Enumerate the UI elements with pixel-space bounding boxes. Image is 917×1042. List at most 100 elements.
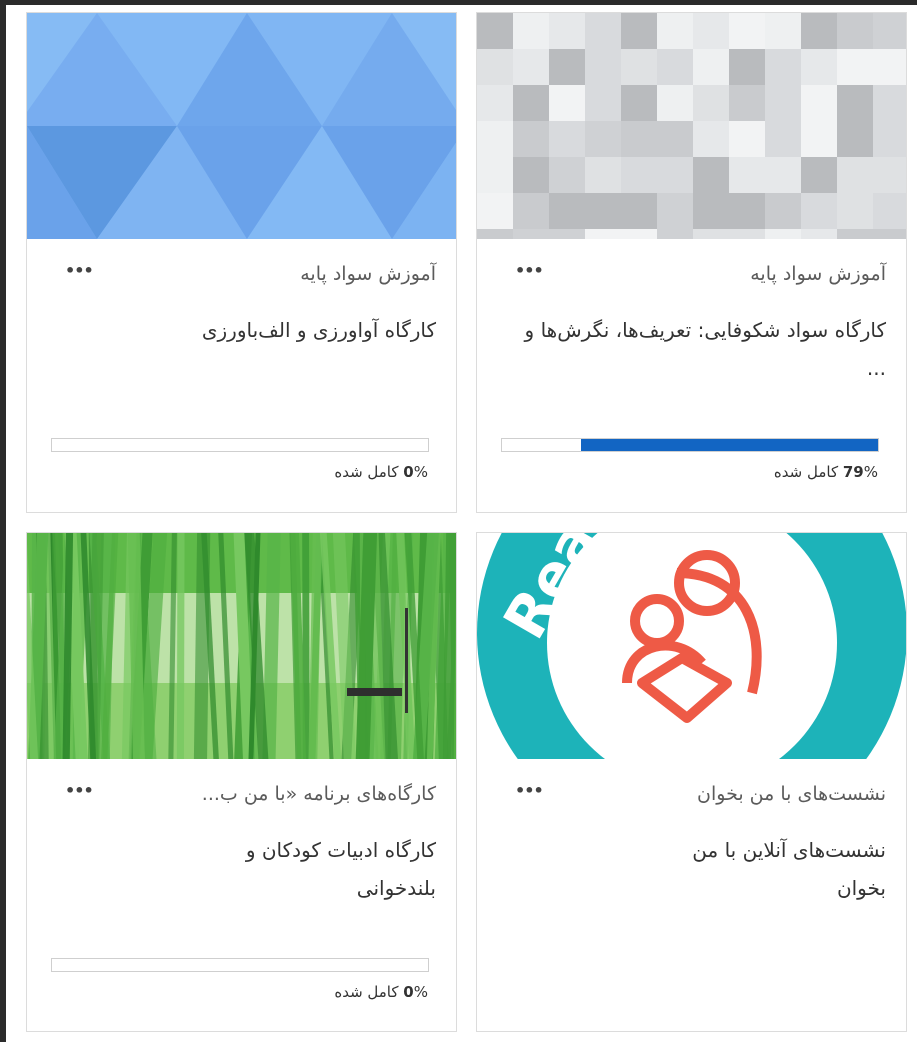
park-bench <box>347 688 402 696</box>
pixel-cell <box>621 49 657 85</box>
progress-bar <box>51 438 429 452</box>
pixel-cell <box>477 229 513 239</box>
pixel-cell <box>585 157 621 193</box>
course-title[interactable]: کارگاه ادبیات کودکان و بلندخوانی <box>186 831 436 907</box>
course-image-triangles[interactable] <box>27 13 456 239</box>
course-card-read-with-me-sessions[interactable]: Read with Me ••• نشست‌های با من بخوان نش… <box>476 532 907 1032</box>
pixel-cell <box>873 85 906 121</box>
pixel-cell <box>513 121 549 157</box>
pixel-cell <box>837 49 873 85</box>
pixel-cell <box>477 193 513 229</box>
pixel-cell <box>765 49 801 85</box>
pixel-cell <box>765 85 801 121</box>
course-category: آموزش سواد پایه <box>300 263 436 285</box>
pixel-cell <box>513 85 549 121</box>
progress-text: 0% کامل شده <box>334 463 428 481</box>
pixel-cell <box>585 121 621 157</box>
pixel-cell <box>585 193 621 229</box>
pixel-cell <box>513 229 549 239</box>
tree-trunk <box>176 533 185 759</box>
pixel-cell <box>693 193 729 229</box>
pixel-cell <box>549 121 585 157</box>
pixel-cell <box>621 229 657 239</box>
pixel-cell <box>585 229 621 239</box>
pixel-cell <box>585 85 621 121</box>
progress-suffix: % کامل شده <box>334 463 428 481</box>
pixel-cell <box>837 121 873 157</box>
pixel-cell <box>621 157 657 193</box>
course-title[interactable]: کارگاه سواد شکوفایی: تعریف‌ها، نگرش‌ها و… <box>516 311 886 387</box>
course-title[interactable]: نشست‌های آنلاین با من بخوان <box>646 831 886 907</box>
pixel-cell <box>873 49 906 85</box>
pixel-cell <box>513 13 549 49</box>
pixel-cell <box>765 193 801 229</box>
pixel-cell <box>549 157 585 193</box>
pixel-cell <box>801 157 837 193</box>
course-card-phonics[interactable]: ••• آموزش سواد پایه کارگاه آواورزی و الف… <box>26 12 457 513</box>
pixel-cell <box>801 121 837 157</box>
pixel-cell <box>477 121 513 157</box>
pixel-cell <box>585 49 621 85</box>
pixel-cell <box>549 229 585 239</box>
pixel-cell <box>513 157 549 193</box>
pixel-cell <box>801 13 837 49</box>
progress-suffix: % کامل شده <box>334 983 428 1001</box>
pixel-cell <box>873 157 906 193</box>
progress-value: 79 <box>842 463 864 481</box>
pixel-cell <box>621 13 657 49</box>
pixel-cell <box>729 157 765 193</box>
pixel-cell <box>801 193 837 229</box>
pixel-cell <box>621 193 657 229</box>
pixel-cell <box>693 121 729 157</box>
pixel-cell <box>477 85 513 121</box>
course-category: نشست‌های با من بخوان <box>697 783 886 805</box>
course-image-pixelated[interactable] <box>477 13 906 239</box>
pixel-cell <box>549 49 585 85</box>
pixel-cell <box>837 229 873 239</box>
read-with-me-logo: Read with Me <box>477 533 906 759</box>
pixel-cell <box>693 85 729 121</box>
progress-bar <box>501 438 879 452</box>
course-menu-button[interactable]: ••• <box>515 261 544 281</box>
pixel-cell <box>729 193 765 229</box>
pixel-cell <box>801 229 837 239</box>
pixel-cell <box>873 193 906 229</box>
course-card-literacy-blossoming[interactable]: ••• آموزش سواد پایه کارگاه سواد شکوفایی:… <box>476 12 907 513</box>
forest-painting-image <box>27 533 456 759</box>
pixel-cell <box>837 193 873 229</box>
pixel-cell <box>549 13 585 49</box>
pixel-cell <box>873 121 906 157</box>
pixel-cell <box>513 193 549 229</box>
course-grid: ••• آموزش سواد پایه کارگاه سواد شکوفایی:… <box>6 5 917 1042</box>
pixel-cell <box>693 229 729 239</box>
pixel-cell <box>729 121 765 157</box>
pixel-cell <box>657 229 693 239</box>
pixel-pattern-image <box>477 13 906 239</box>
course-menu-button[interactable]: ••• <box>65 781 94 801</box>
pixel-cell <box>801 85 837 121</box>
course-card-childrens-literature[interactable]: ••• کارگاه‌های برنامه «با من ب... کارگاه… <box>26 532 457 1032</box>
course-image-read-with-me[interactable]: Read with Me <box>477 533 906 759</box>
pixel-cell <box>765 157 801 193</box>
pixel-cell <box>477 157 513 193</box>
progress-value: 0 <box>403 463 414 481</box>
pixel-cell <box>621 121 657 157</box>
course-menu-button[interactable]: ••• <box>65 261 94 281</box>
pixel-cell <box>585 13 621 49</box>
progress-value: 0 <box>403 983 414 1001</box>
pixel-cell <box>729 49 765 85</box>
pixel-cell <box>837 85 873 121</box>
pixel-cell <box>693 157 729 193</box>
course-menu-button[interactable]: ••• <box>515 781 544 801</box>
pixel-cell <box>621 85 657 121</box>
pixel-cell <box>657 121 693 157</box>
pixel-cell <box>693 49 729 85</box>
pixel-cell <box>729 85 765 121</box>
pixel-cell <box>657 85 693 121</box>
progress-text: 79% کامل شده <box>774 463 878 481</box>
lamp-post <box>405 608 408 713</box>
course-image-forest[interactable] <box>27 533 456 759</box>
course-title[interactable]: کارگاه آواورزی و الف‌باورزی <box>66 311 436 349</box>
pixel-cell <box>477 49 513 85</box>
pixel-cell <box>693 13 729 49</box>
